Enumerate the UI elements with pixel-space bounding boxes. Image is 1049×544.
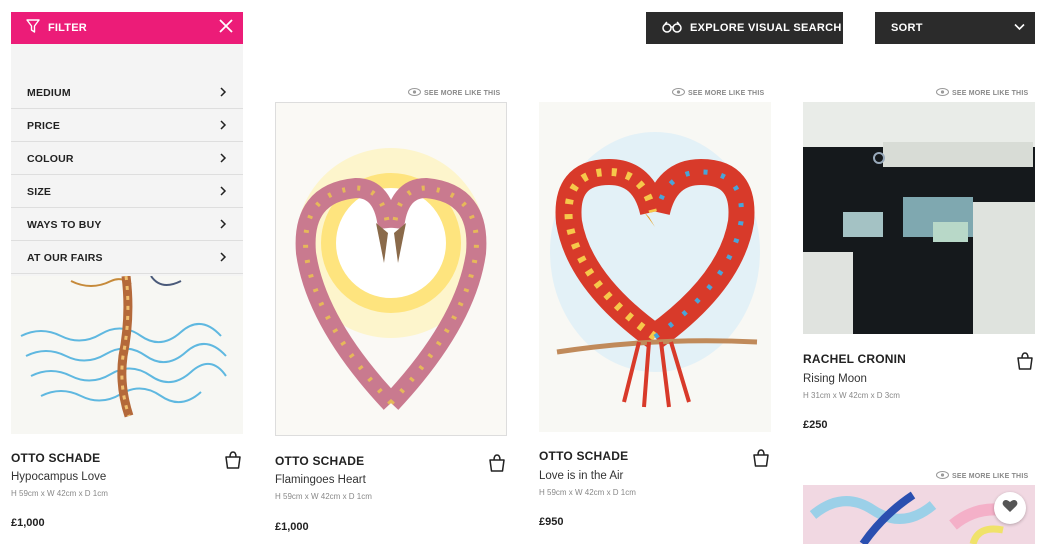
filter-item-at-our-fairs[interactable]: AT OUR FAIRS [11,242,243,274]
artwork-dimensions: H 59cm x W 42cm x D 1cm [275,492,372,501]
artwork-dimensions: H 59cm x W 42cm x D 1cm [11,489,108,498]
chevron-right-icon [219,216,227,234]
artist-name[interactable]: OTTO SCHADE [275,454,364,468]
shopping-bag-icon[interactable] [1015,351,1035,371]
artwork-title[interactable]: Rising Moon [803,373,867,385]
filter-item-medium[interactable]: MEDIUM [11,77,243,109]
filter-panel: MEDIUM PRICE COLOUR SIZE WAYS TO BUY AT … [11,44,243,276]
filter-item-label: SIZE [27,185,52,198]
filter-bar[interactable]: FILTER [11,12,243,44]
artwork-image[interactable] [11,276,243,434]
chevron-right-icon [219,84,227,102]
shopping-bag-icon[interactable] [487,453,507,473]
favourite-button[interactable] [994,492,1026,524]
artwork-image[interactable] [275,102,507,436]
filter-item-label: COLOUR [27,152,74,165]
artwork-dimensions: H 31cm x W 42cm x D 3cm [803,391,900,400]
eye-icon [936,88,949,98]
filter-item-label: PRICE [27,119,61,132]
shopping-bag-icon[interactable] [223,450,243,470]
eye-icon [408,88,421,98]
filter-item-ways-to-buy[interactable]: WAYS TO BUY [11,209,243,241]
explore-visual-search-button[interactable]: EXPLORE VISUAL SEARCH [646,12,843,44]
see-more-like-this-link[interactable]: SEE MORE LIKE THIS [672,88,764,98]
chevron-right-icon [219,249,227,267]
artwork-price: £1,000 [275,521,309,533]
see-more-like-this-link[interactable]: SEE MORE LIKE THIS [408,88,500,98]
see-more-label: SEE MORE LIKE THIS [952,472,1029,480]
artwork-image[interactable] [539,102,771,432]
filter-icon [26,18,40,38]
see-more-like-this-link[interactable]: SEE MORE LIKE THIS [936,88,1028,98]
artwork-image[interactable] [803,102,1035,334]
artwork-price: £250 [803,419,828,431]
filter-item-size[interactable]: SIZE [11,176,243,208]
filter-item-price[interactable]: PRICE [11,110,243,142]
artwork-price: £950 [539,516,564,528]
filter-item-label: AT OUR FAIRS [27,251,103,264]
artwork-title[interactable]: Flamingoes Heart [275,474,366,486]
see-more-label: SEE MORE LIKE THIS [424,89,501,97]
chevron-down-icon [1014,22,1025,34]
eye-icon [936,471,949,481]
chevron-right-icon [219,117,227,135]
filter-title: FILTER [48,22,87,34]
eye-icon [672,88,685,98]
see-more-label: SEE MORE LIKE THIS [688,89,765,97]
close-icon[interactable] [219,18,233,38]
artist-name[interactable]: OTTO SCHADE [11,451,100,465]
binoculars-icon [662,20,682,36]
chevron-right-icon [219,150,227,168]
see-more-like-this-link[interactable]: SEE MORE LIKE THIS [936,471,1028,481]
chevron-right-icon [219,183,227,201]
artist-name[interactable]: OTTO SCHADE [539,449,628,463]
sort-label: SORT [891,22,923,34]
artwork-title[interactable]: Hypocampus Love [11,471,106,483]
filter-item-label: MEDIUM [27,86,71,99]
artwork-dimensions: H 59cm x W 42cm x D 1cm [539,488,636,497]
visual-search-label: EXPLORE VISUAL SEARCH [690,22,842,34]
artwork-title[interactable]: Love is in the Air [539,470,623,482]
shopping-bag-icon[interactable] [751,448,771,468]
artwork-price: £1,000 [11,517,45,529]
filter-item-label: WAYS TO BUY [27,218,102,231]
heart-icon [1002,499,1018,518]
sort-dropdown[interactable]: SORT [875,12,1035,44]
filter-item-colour[interactable]: COLOUR [11,143,243,175]
see-more-label: SEE MORE LIKE THIS [952,89,1029,97]
artist-name[interactable]: RACHEL CRONIN [803,352,906,366]
